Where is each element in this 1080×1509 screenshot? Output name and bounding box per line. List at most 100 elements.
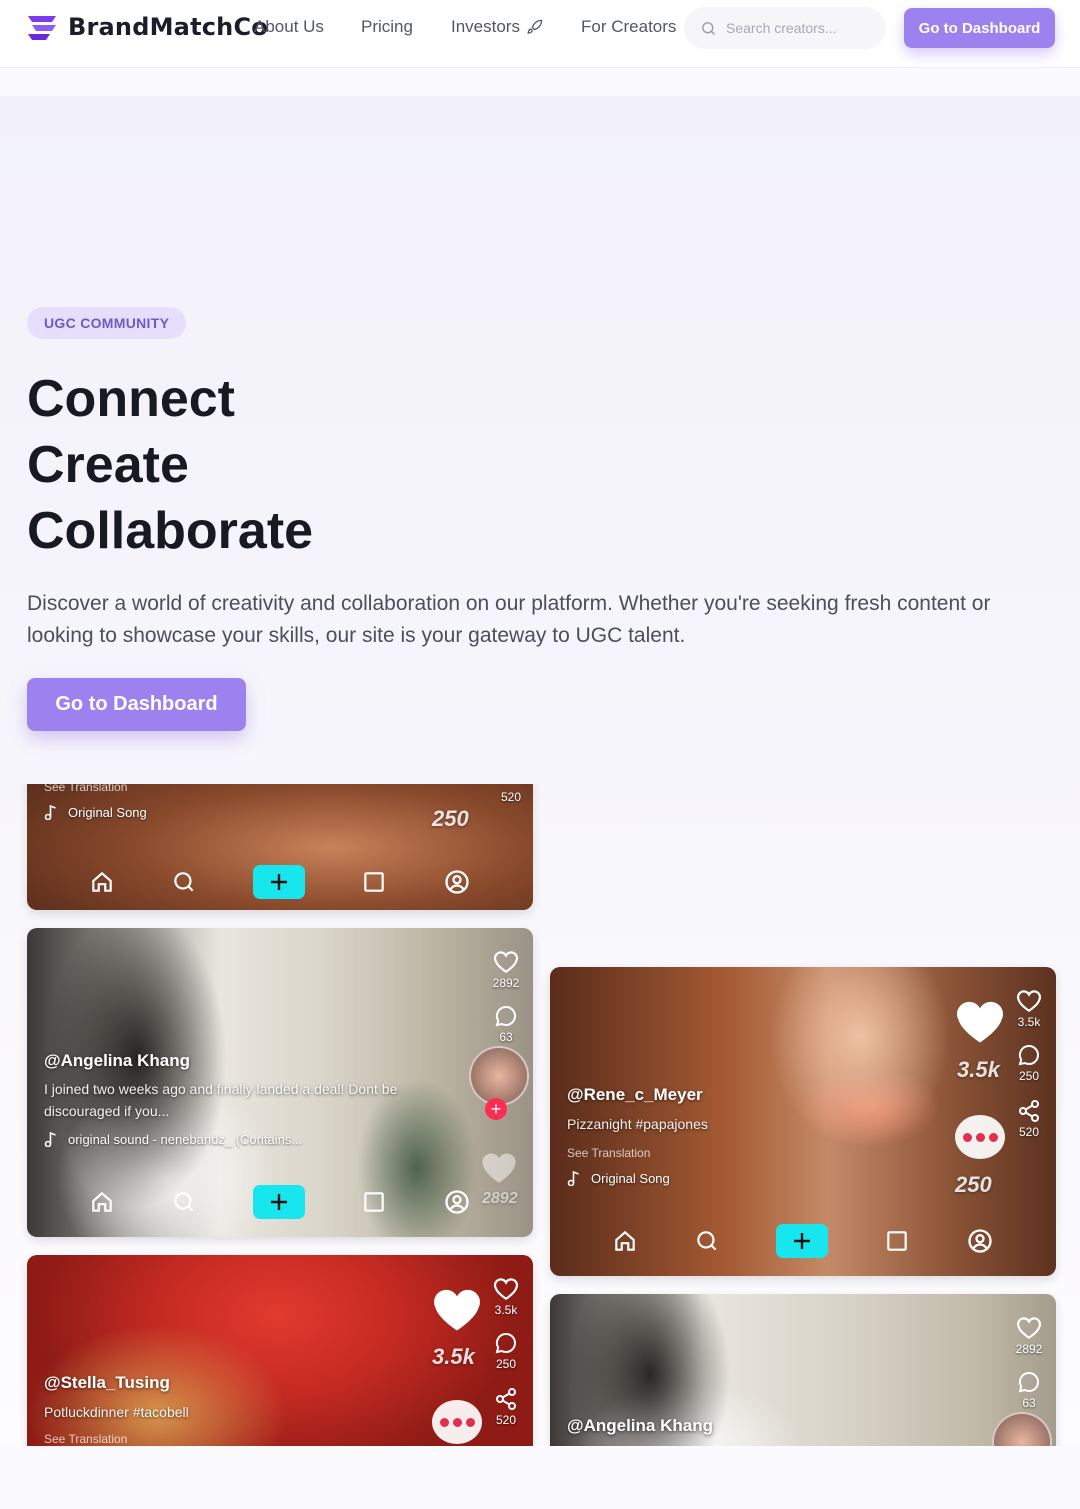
- video-side-actions: 2892 63: [1014, 1316, 1044, 1410]
- nav-investors[interactable]: Investors: [451, 17, 543, 37]
- headline-line-2: Create: [27, 436, 189, 494]
- inbox-icon[interactable]: [361, 1189, 387, 1215]
- comment-count: 250: [1018, 1069, 1040, 1083]
- video-side-actions: 3.5k 250 520: [1014, 989, 1044, 1139]
- see-translation-link[interactable]: See Translation: [44, 784, 127, 794]
- comment-icon[interactable]: [1017, 1370, 1041, 1394]
- inbox-icon[interactable]: [884, 1228, 910, 1254]
- big-count-secondary: 250: [955, 1172, 992, 1197]
- like-count: 2892: [1015, 1342, 1043, 1356]
- song-name: Original Song: [591, 1170, 670, 1186]
- big-count: 3.5k: [432, 1344, 475, 1369]
- profile-icon[interactable]: [443, 1188, 471, 1216]
- comment-count: 63: [1022, 1396, 1036, 1410]
- search-icon[interactable]: [171, 1189, 197, 1215]
- video-card[interactable]: @Angelina Khang I joined two weeks ago a…: [27, 928, 533, 1237]
- video-side-actions: 3.5k 250 520: [491, 1277, 521, 1427]
- home-icon[interactable]: [89, 869, 115, 895]
- heart-filled-icon: [957, 1001, 1003, 1043]
- share-count: 520: [495, 1413, 517, 1427]
- headline-line-3: Collaborate: [27, 502, 314, 560]
- create-button[interactable]: [253, 865, 305, 899]
- big-count: 3.5k: [957, 1057, 1000, 1082]
- video-card[interactable]: @Stella_Tusing Potluckdinner #tacobell S…: [27, 1255, 533, 1446]
- video-caption: I joined two weeks ago and finally lande…: [44, 1081, 398, 1119]
- share-icon[interactable]: [494, 1387, 518, 1411]
- music-note-icon: [44, 1131, 56, 1147]
- rocket-icon: [527, 19, 543, 34]
- nav-investors-label: Investors: [451, 17, 520, 36]
- search-input[interactable]: [726, 20, 876, 36]
- creator-handle[interactable]: @Stella_Tusing: [44, 1373, 170, 1393]
- video-bottom-bar: [27, 1174, 533, 1230]
- plus-icon: [271, 1194, 287, 1210]
- song-name: original sound - nenebandz_ (Contains...: [68, 1131, 303, 1147]
- go-to-dashboard-button-hero[interactable]: Go to Dashboard: [27, 678, 246, 731]
- nav-pricing-label: Pricing: [361, 17, 413, 36]
- nav-about-us[interactable]: About Us: [254, 17, 324, 37]
- comment-count: 250: [495, 1357, 517, 1371]
- comment-icon[interactable]: [1017, 1043, 1041, 1067]
- video-caption: Potluckdinner #tacobell: [44, 1404, 189, 1420]
- song-label: Original Song: [567, 1170, 670, 1186]
- follow-plus-icon[interactable]: +: [485, 1098, 507, 1120]
- creator-handle[interactable]: @Angelina Khang: [44, 1051, 190, 1071]
- nav-about-us-label: About Us: [254, 17, 324, 36]
- big-count: 250: [432, 806, 469, 831]
- comment-bubble-icon: [432, 1400, 482, 1444]
- home-icon[interactable]: [612, 1228, 638, 1254]
- music-note-icon: [567, 1170, 579, 1186]
- video-caption: Pizzanight #papajones: [567, 1116, 708, 1132]
- heart-icon[interactable]: [493, 950, 519, 974]
- nav-for-creators[interactable]: For Creators: [581, 17, 676, 37]
- see-translation-link[interactable]: See Translation: [567, 1146, 650, 1160]
- comment-bubble-icon: [955, 1115, 1005, 1159]
- logo-icon: [28, 16, 56, 40]
- like-count: 2892: [492, 976, 520, 990]
- share-icon[interactable]: [1017, 1099, 1041, 1123]
- see-translation-link[interactable]: See Translation: [44, 1432, 127, 1446]
- video-bottom-bar: [550, 1213, 1056, 1269]
- brand-name: BrandMatchCo: [68, 13, 268, 41]
- music-note-icon: [44, 804, 56, 820]
- hero-description: Discover a world of creativity and colla…: [27, 592, 991, 647]
- video-gallery: See Translation Original Song 250 520 @A…: [0, 784, 1080, 1446]
- comment-icon[interactable]: [494, 1004, 518, 1028]
- heart-icon[interactable]: [1016, 1316, 1042, 1340]
- go-to-dashboard-button-nav[interactable]: Go to Dashboard: [904, 8, 1055, 48]
- creator-avatar[interactable]: [469, 1046, 529, 1106]
- nav-for-creators-label: For Creators: [581, 17, 677, 36]
- creator-handle[interactable]: @Angelina Khang: [567, 1416, 713, 1436]
- search-icon[interactable]: [694, 1228, 720, 1254]
- song-name: Original Song: [68, 804, 147, 820]
- create-button[interactable]: [253, 1185, 305, 1219]
- ugc-community-badge: UGC COMMUNITY: [27, 307, 187, 339]
- plus-icon: [794, 1233, 810, 1249]
- home-icon[interactable]: [89, 1189, 115, 1215]
- video-card[interactable]: See Translation Original Song 250 520: [27, 784, 533, 910]
- search-icon[interactable]: [171, 869, 197, 895]
- search-icon: [702, 21, 715, 35]
- video-card[interactable]: @Rene_c_Meyer Pizzanight #papajones See …: [550, 967, 1056, 1276]
- comment-icon[interactable]: [494, 1331, 518, 1355]
- top-navbar: BrandMatchCo About Us Pricing Investors …: [0, 0, 1080, 68]
- heart-icon[interactable]: [1016, 989, 1042, 1013]
- share-count: 520: [1018, 1125, 1040, 1139]
- profile-icon[interactable]: [443, 868, 471, 896]
- video-card[interactable]: @Angelina Khang 2892 63: [550, 1294, 1056, 1446]
- video-bottom-bar: [27, 854, 533, 910]
- search-box[interactable]: [684, 7, 886, 49]
- create-button[interactable]: [776, 1224, 828, 1258]
- creator-handle[interactable]: @Rene_c_Meyer: [567, 1085, 703, 1105]
- nav-pricing[interactable]: Pricing: [361, 17, 413, 37]
- share-count: 520: [500, 790, 521, 804]
- inbox-icon[interactable]: [361, 869, 387, 895]
- plus-icon: [271, 874, 287, 890]
- heart-icon[interactable]: [493, 1277, 519, 1301]
- heart-filled-icon: [434, 1289, 480, 1331]
- profile-icon[interactable]: [966, 1227, 994, 1255]
- comment-count: 63: [499, 1030, 513, 1044]
- like-count: 3.5k: [494, 1303, 518, 1317]
- like-count: 3.5k: [1017, 1015, 1041, 1029]
- brand-logo[interactable]: BrandMatchCo: [26, 12, 268, 42]
